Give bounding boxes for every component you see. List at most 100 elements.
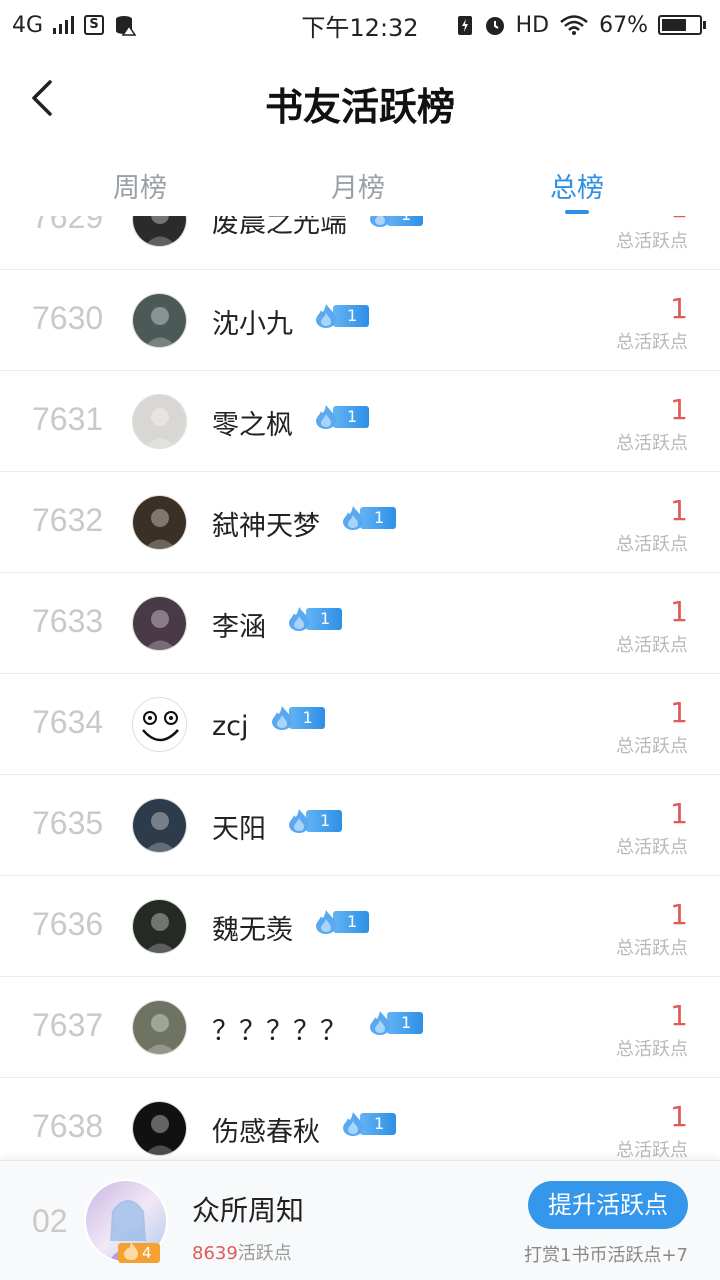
list-item[interactable]: 7632 弑神天梦 1 1 总活跃点 [0, 472, 720, 573]
battery-percent: 67% [599, 12, 648, 38]
level-badge: 1 [286, 809, 343, 833]
user-name-text: ？？？？？ [212, 1016, 347, 1047]
level-badge: 1 [367, 216, 424, 227]
status-right: HD 67% [456, 13, 706, 38]
battery-saver-icon [457, 16, 472, 35]
list-item[interactable]: 7636 魏无羡 1 1 总活跃点 [0, 876, 720, 977]
tab-bar: 周榜 月榜 总榜 [0, 146, 720, 216]
avatar[interactable] [132, 394, 187, 449]
my-points: 8639活跃点 [192, 1239, 292, 1265]
my-name: 众所周知 [192, 1194, 305, 1227]
user-name: 零之枫 1 [212, 403, 370, 442]
my-level: 4 [142, 1244, 152, 1262]
points-value: 1 [670, 696, 688, 729]
rank-number: 7631 [32, 401, 104, 437]
rank-number: 7637 [32, 1007, 104, 1043]
list-item[interactable]: 7633 李涵 1 1 总活跃点 [0, 573, 720, 674]
user-name-text: 魏无羡 [212, 915, 293, 946]
rank-number: 7632 [32, 502, 104, 538]
avatar[interactable] [132, 1000, 187, 1055]
user-name: 沈小九 1 [212, 302, 370, 341]
reward-tip: 打赏1书币活跃点+7 [524, 1245, 688, 1266]
tab-active-indicator [565, 210, 589, 214]
rank-number: 7630 [32, 300, 104, 336]
list-item[interactable]: 7635 天阳 1 1 总活跃点 [0, 775, 720, 876]
notification-s-icon: S [84, 15, 105, 35]
boost-activity-button[interactable]: 提升活跃点 [528, 1181, 688, 1229]
user-name: 弑神天梦 1 [212, 504, 397, 543]
network-type: 4G [12, 12, 44, 38]
level-badge: 1 [286, 607, 343, 631]
header: 书友活跃榜 [0, 50, 720, 146]
flame-icon [316, 304, 336, 328]
points-value: 1 [670, 494, 688, 527]
flame-icon [370, 1011, 390, 1035]
points-value: 1 [670, 797, 688, 830]
points-label: 总活跃点 [616, 938, 688, 959]
user-name-text: 伤感春秋 [212, 1117, 320, 1148]
user-name: 废晨之光端 1 [212, 216, 424, 240]
level-badge: 1 [313, 910, 370, 934]
points-label: 总活跃点 [616, 534, 688, 555]
level-badge: 1 [313, 405, 370, 429]
my-points-value: 8639 [192, 1243, 238, 1264]
avatar[interactable] [132, 216, 187, 247]
my-rank: 02 [32, 1203, 68, 1239]
tab-monthly[interactable]: 月榜 [298, 166, 418, 205]
points-label: 总活跃点 [616, 635, 688, 656]
level-badge: 1 [340, 1112, 397, 1136]
flame-icon [289, 607, 309, 631]
rank-number: 7629 [32, 216, 104, 235]
points-label: 总活跃点 [616, 231, 688, 252]
points-value: 1 [670, 898, 688, 931]
points-label: 总活跃点 [616, 1140, 688, 1160]
avatar[interactable] [132, 697, 187, 752]
rank-number: 7634 [32, 704, 104, 740]
list-item[interactable]: 7631 零之枫 1 1 总活跃点 [0, 371, 720, 472]
points-label: 总活跃点 [616, 433, 688, 454]
list-item[interactable]: 7638 伤感春秋 1 1 总活跃点 [0, 1078, 720, 1160]
level-badge: 1 [269, 706, 325, 730]
user-name: ？？？？？ 1 [212, 1009, 424, 1048]
rank-number: 7636 [32, 906, 104, 942]
user-name-text: 弑神天梦 [212, 511, 320, 542]
user-name: zcj 1 [212, 706, 325, 742]
points-value: 1 [670, 1100, 688, 1133]
rank-number: 7638 [32, 1108, 104, 1144]
user-name-text: zcj [212, 711, 249, 742]
points-value: 1 [670, 292, 688, 325]
database-icon [116, 16, 137, 36]
page-title: 书友活跃榜 [264, 84, 455, 129]
flame-icon [370, 216, 390, 227]
list-item[interactable]: 7637 ？？？？？ 1 1 总活跃点 [0, 977, 720, 1078]
avatar[interactable] [132, 293, 187, 348]
tab-total[interactable]: 总榜 [517, 166, 637, 205]
flame-icon [271, 706, 292, 730]
points-label: 总活跃点 [616, 1039, 688, 1060]
list-item[interactable]: 7630 沈小九 1 1 总活跃点 [0, 270, 720, 371]
hd-label: HD [515, 12, 550, 38]
user-name-text: 沈小九 [212, 309, 293, 340]
avatar[interactable] [132, 1101, 187, 1156]
my-level-badge: 4 [118, 1242, 160, 1263]
list-item[interactable]: 7634 zcj 1 1 总活跃点 [0, 674, 720, 775]
user-name-text: 李涵 [212, 612, 266, 643]
avatar[interactable] [132, 798, 187, 853]
points-value: 1 [670, 999, 688, 1032]
tab-weekly[interactable]: 周榜 [80, 166, 200, 205]
flame-icon [343, 1112, 363, 1136]
points-value: 1 [670, 595, 688, 628]
avatar[interactable] [132, 596, 187, 651]
user-name: 伤感春秋 1 [212, 1110, 397, 1149]
points-label: 总活跃点 [616, 736, 688, 757]
my-points-unit: 活跃点 [237, 1243, 292, 1264]
avatar[interactable] [132, 495, 187, 550]
rank-number: 7635 [32, 805, 104, 841]
avatar[interactable] [132, 899, 187, 954]
ranking-list[interactable]: 7629 废晨之光端 1 1 总活跃点 7630 沈小九 1 1 总活跃点 7631 零之枫 1 1 总活跃… [0, 216, 720, 1160]
user-name: 魏无羡 1 [212, 908, 370, 947]
wifi-icon [560, 15, 588, 35]
user-name-text: 零之枫 [212, 410, 293, 441]
points-value: 1 [670, 393, 688, 426]
list-item[interactable]: 7629 废晨之光端 1 1 总活跃点 [0, 216, 720, 270]
